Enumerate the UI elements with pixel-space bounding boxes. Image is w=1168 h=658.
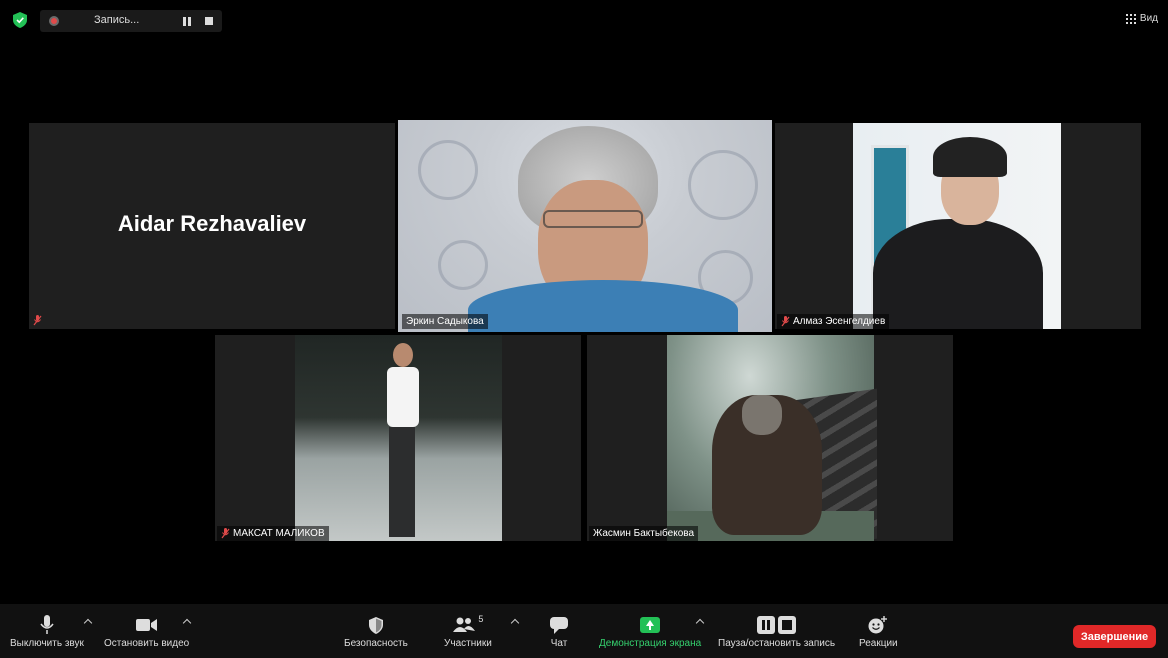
participant-name: Жасмин Бактыбекова bbox=[593, 528, 695, 539]
participant-name-label: Жасмин Бактыбекова bbox=[589, 526, 699, 541]
participant-display-name: Aidar Rezhavaliev bbox=[117, 211, 307, 236]
chat-button[interactable]: Чат bbox=[550, 614, 568, 649]
participants-count: 5 bbox=[478, 614, 484, 624]
reactions-label: Реакции bbox=[859, 638, 898, 649]
participant-name: МАКСАТ МАЛИКОВ bbox=[233, 528, 325, 539]
participant-name: Эркин Садыкова bbox=[406, 316, 484, 327]
encryption-shield-icon[interactable] bbox=[13, 12, 27, 28]
share-screen-icon bbox=[640, 617, 661, 633]
share-screen-label: Демонстрация экрана bbox=[599, 638, 702, 649]
pause-stop-icon bbox=[756, 616, 796, 634]
top-bar: Запись... Вид bbox=[0, 0, 1168, 40]
mic-muted-icon bbox=[221, 528, 230, 539]
mute-label: Выключить звук bbox=[10, 638, 84, 649]
participant-name-label: Алмаз Эсенгелдиев bbox=[777, 314, 890, 329]
view-label: Вид bbox=[1139, 13, 1158, 24]
participant-name-label: МАКСАТ МАЛИКОВ bbox=[217, 526, 329, 541]
view-button[interactable]: Вид bbox=[1125, 13, 1158, 24]
participants-options-chevron-icon[interactable] bbox=[510, 618, 520, 628]
stop-recording-icon[interactable] bbox=[205, 17, 213, 25]
chat-bubble-icon bbox=[550, 616, 568, 634]
mic-muted-icon bbox=[781, 316, 790, 327]
participant-tile-erkin[interactable]: Эркин Садыкова bbox=[398, 120, 772, 332]
participant-video bbox=[295, 335, 502, 541]
mic-muted-icon bbox=[33, 315, 42, 326]
participants-button[interactable]: 5 Участники bbox=[444, 614, 492, 649]
participants-label: Участники bbox=[444, 638, 492, 649]
share-screen-button[interactable]: Демонстрация экрана bbox=[599, 614, 701, 649]
meeting-toolbar: Выключить звук Остановить видео Безопасн… bbox=[0, 604, 1168, 658]
chat-label: Чат bbox=[550, 638, 568, 649]
shield-icon bbox=[368, 616, 383, 634]
reactions-button[interactable]: Реакции bbox=[859, 614, 898, 649]
security-button[interactable]: Безопасность bbox=[344, 614, 408, 649]
mute-button[interactable]: Выключить звук bbox=[10, 614, 84, 649]
participant-tile-jasmin[interactable]: Жасмин Бактыбекова bbox=[587, 335, 953, 541]
participant-video bbox=[853, 123, 1061, 329]
reactions-smiley-icon bbox=[868, 616, 888, 634]
participant-video bbox=[398, 120, 772, 332]
participant-tile-almaz[interactable]: Алмаз Эсенгелдиев bbox=[775, 123, 1141, 329]
end-meeting-button[interactable]: Завершение bbox=[1073, 625, 1156, 648]
stop-video-label: Остановить видео bbox=[104, 638, 190, 649]
stop-video-button[interactable]: Остановить видео bbox=[104, 614, 189, 649]
pause-stop-recording-button[interactable]: Пауза/остановить запись bbox=[718, 614, 835, 649]
participant-video bbox=[667, 335, 877, 541]
recording-indicator: Запись... bbox=[40, 10, 222, 32]
participant-tile-aidar[interactable]: Aidar Rezhavaliev bbox=[29, 123, 395, 329]
participant-name-label: Эркин Садыкова bbox=[402, 314, 488, 329]
participant-name: Алмаз Эсенгелдиев bbox=[793, 316, 886, 327]
microphone-icon bbox=[40, 615, 54, 634]
participant-tile-maksat[interactable]: МАКСАТ МАЛИКОВ bbox=[215, 335, 581, 541]
participants-icon bbox=[453, 617, 476, 632]
grid-view-icon bbox=[1125, 13, 1136, 24]
recording-label: Запись... bbox=[94, 14, 140, 26]
security-label: Безопасность bbox=[344, 638, 408, 649]
pause-recording-icon[interactable] bbox=[181, 17, 193, 26]
pause-stop-recording-label: Пауза/остановить запись bbox=[718, 638, 836, 649]
recording-dot-icon bbox=[49, 16, 59, 26]
audio-options-chevron-icon[interactable] bbox=[83, 618, 93, 628]
video-camera-icon bbox=[135, 619, 157, 631]
